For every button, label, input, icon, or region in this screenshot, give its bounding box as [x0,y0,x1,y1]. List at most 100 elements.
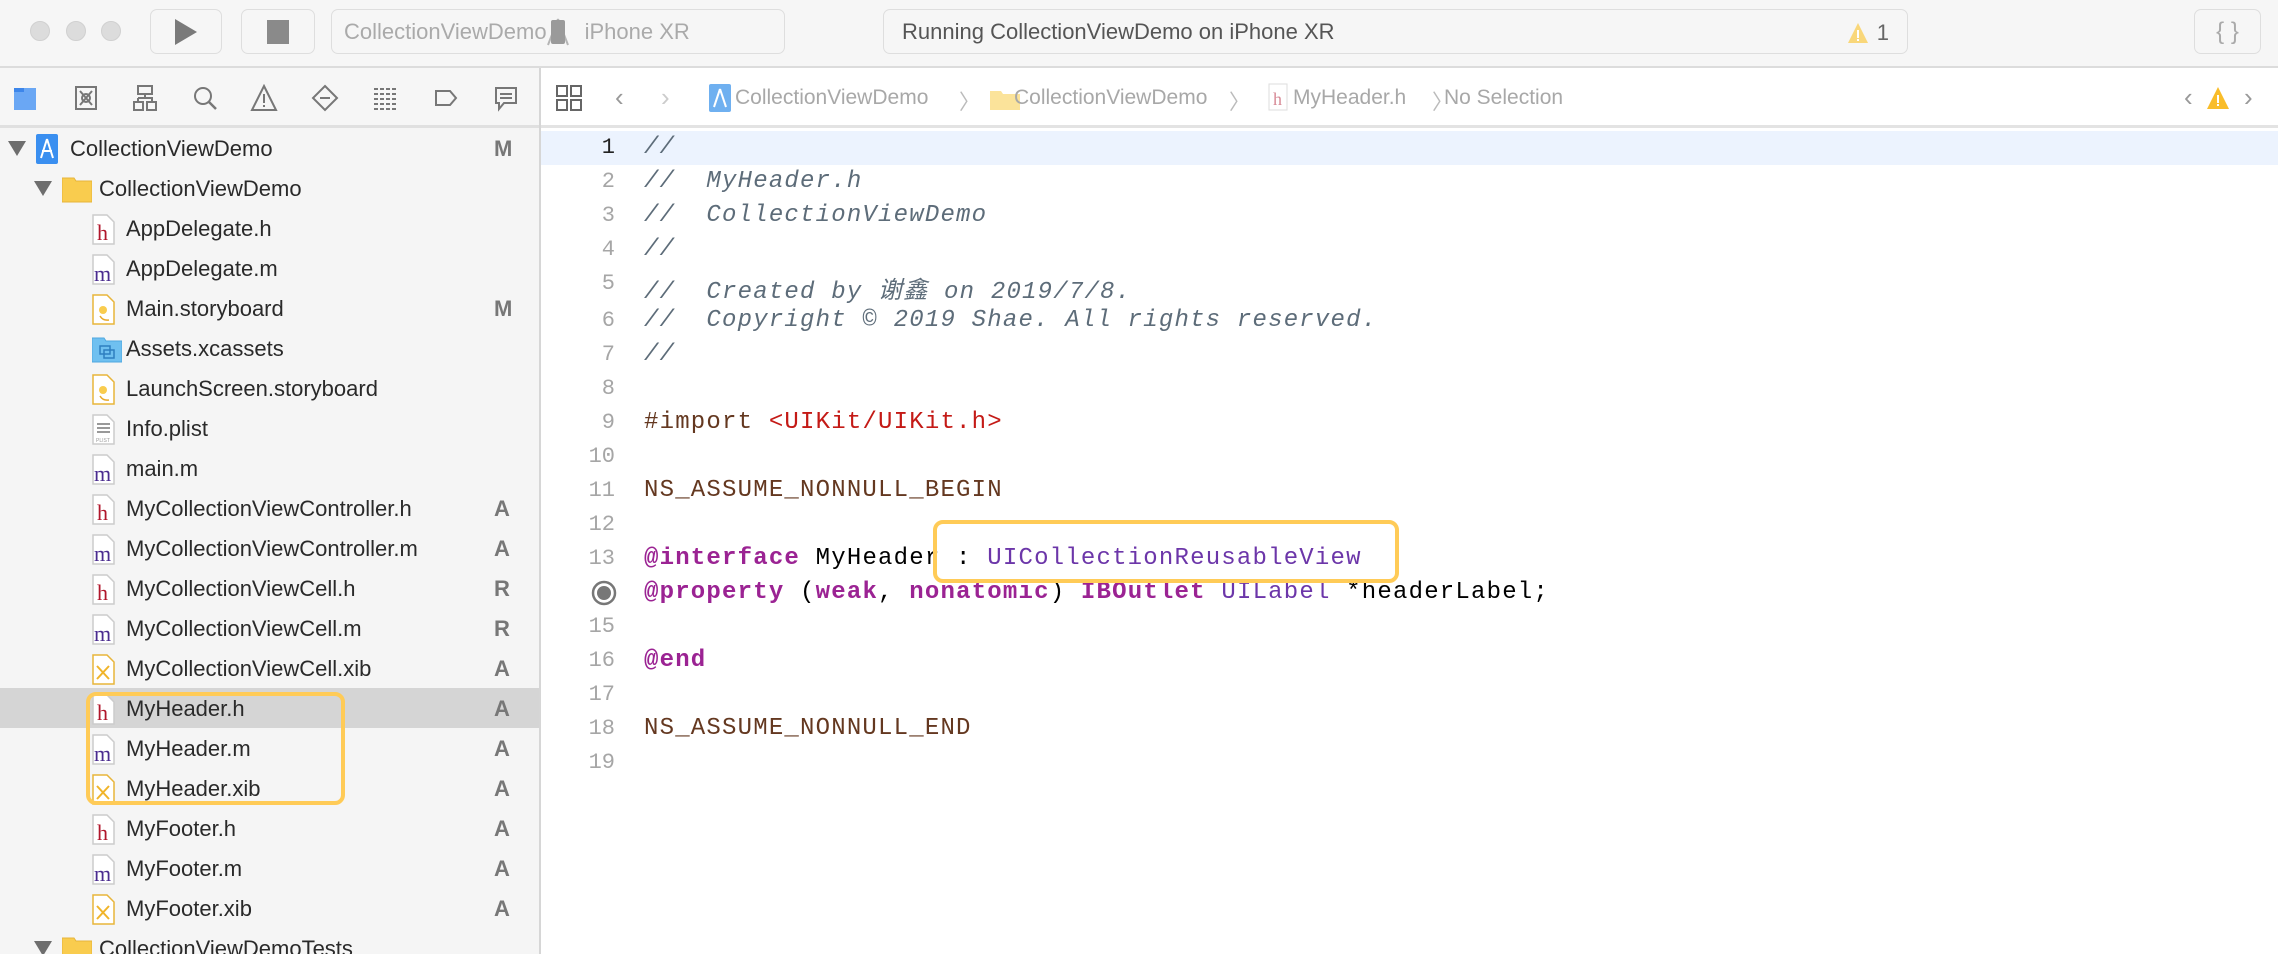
code-line[interactable]: @property (weak, nonatomic) IBOutlet UIL… [541,576,2278,610]
source-control-status-badge: R [494,576,510,601]
next-issue-button[interactable]: › [2244,82,2253,113]
run-button[interactable] [150,9,222,54]
code-line[interactable]: 10 [541,440,2278,474]
code-line[interactable]: 8 [541,372,2278,406]
code-line[interactable]: 17 [541,678,2278,712]
close-window-button[interactable] [30,21,50,41]
related-items-icon[interactable] [556,85,582,111]
code-line[interactable]: 18 NS_ASSUME_NONNULL_END [541,712,2278,746]
sidebar-item[interactable]: LaunchScreen.storyboard [0,368,539,408]
sidebar-item[interactable]: MyFooter.xib A [0,888,539,928]
code-line[interactable]: 13 @interface MyHeader : UICollectionReus… [541,542,2278,576]
code-line[interactable]: 15 [541,610,2278,644]
line-number: 16 [588,648,615,673]
sidebar-item[interactable]: h MyHeader.h A [0,688,539,728]
test-navigator-tab-icon[interactable] [311,84,339,112]
source-editor[interactable]: 1 // 2 // MyHeader.h 3 // CollectionViewDemo 4… [541,128,2278,954]
sidebar-item[interactable]: m MyCollectionViewCell.m R [0,608,539,648]
svg-text:h: h [1273,89,1282,109]
sidebar-item[interactable]: h MyFooter.h A [0,808,539,848]
sidebar-item[interactable]: m main.m [0,448,539,488]
warning-icon [1847,23,1868,43]
report-navigator-tab-icon[interactable] [492,84,520,112]
disclosure-triangle-icon[interactable] [8,141,26,156]
code-line[interactable]: 9 #import <UIKit/UIKit.h> [541,406,2278,440]
source-control-status-badge: A [494,896,510,921]
annotation-marker-icon[interactable] [591,580,617,606]
jumpbar-crumb-group[interactable]: CollectionViewDemo [1014,86,1207,110]
sidebar-item[interactable]: Assets.xcassets [0,328,539,368]
forward-button[interactable]: › [661,82,670,113]
back-button[interactable]: ‹ [615,82,624,113]
sidebar-item[interactable]: m MyHeader.m A [0,728,539,768]
warning-indicator[interactable]: 1 [1847,20,1889,46]
svg-text:m: m [94,261,111,285]
braces-icon: { } [2216,17,2239,45]
code-text: @end [644,647,706,674]
code-line[interactable]: 2 // MyHeader.h [541,165,2278,199]
debug-navigator-tab-icon[interactable] [371,84,399,112]
sidebar-item[interactable]: CollectionViewDemo [0,168,539,208]
sidebar-item[interactable]: h MyCollectionViewCell.h R [0,568,539,608]
sidebar-item-label: AppDelegate.m [126,256,278,281]
sidebar-item[interactable]: m AppDelegate.m [0,248,539,288]
code-line[interactable]: 19 [541,746,2278,780]
code-text: @interface MyHeader : UICollectionReusab… [644,545,1362,572]
code-line[interactable]: 4 // [541,233,2278,267]
sidebar-item[interactable]: MyCollectionViewCell.xib A [0,648,539,688]
stop-button[interactable] [241,9,315,54]
source-control-status-badge: A [494,736,510,761]
line-number: 12 [588,512,615,537]
jumpbar-crumb-symbol[interactable]: No Selection [1444,86,1563,110]
line-number: 7 [601,342,615,367]
sidebar-item[interactable]: PLIST Info.plist [0,408,539,448]
sidebar-item[interactable]: m MyCollectionViewController.m A [0,528,539,568]
sidebar-item-label: Assets.xcassets [126,336,284,361]
find-navigator-tab-icon[interactable] [191,84,219,112]
sidebar-item[interactable]: m MyFooter.m A [0,848,539,888]
code-line[interactable]: 11 NS_ASSUME_NONNULL_BEGIN [541,474,2278,508]
disclosure-triangle-icon[interactable] [34,181,52,196]
previous-issue-button[interactable]: ‹ [2184,82,2193,113]
code-line[interactable]: 5 // Created by 谢鑫 on 2019/7/8. [541,267,2278,306]
header-file-icon: h [92,694,115,725]
code-token-type: UILabel [1221,579,1331,606]
sidebar-item[interactable]: h AppDelegate.h [0,208,539,248]
code-line[interactable]: 16 @end [541,644,2278,678]
zoom-window-button[interactable] [101,21,121,41]
svg-text:h: h [97,700,108,725]
sidebar-item-label: MyHeader.h [126,696,245,721]
scheme-selector[interactable]: CollectionViewDemo 〉 iPhone XR [331,9,785,54]
plist-file-icon: PLIST [92,414,115,445]
code-token-comment: // [644,236,676,263]
sidebar-item[interactable]: CollectionViewDemo M [0,128,539,168]
code-token-type: UICollectionReusableView [987,545,1362,572]
code-line[interactable]: 1 // [541,131,2278,165]
code-line[interactable]: 6 // Copyright © 2019 Shae. All rights re… [541,304,2278,338]
breakpoint-navigator-tab-icon[interactable] [432,84,460,112]
code-token-pre: NS_ASSUME_NONNULL_END [644,715,972,742]
minimize-window-button[interactable] [66,21,86,41]
code-line[interactable]: 7 // [541,338,2278,372]
header-file-icon: h [92,814,115,845]
code-token-comment: // Copyright © 2019 Shae. All rights res… [644,307,1378,334]
iphone-icon [551,19,565,44]
jumpbar-crumb-project[interactable]: CollectionViewDemo [735,86,928,110]
issue-navigator-tab-icon[interactable] [250,84,278,112]
source-control-navigator-tab-icon[interactable] [72,84,100,112]
disclosure-triangle-icon[interactable] [34,941,52,954]
sidebar-item[interactable]: Main.storyboard M [0,288,539,328]
symbol-navigator-tab-icon[interactable] [131,84,159,112]
sidebar-item[interactable]: h MyCollectionViewController.h A [0,488,539,528]
jumpbar-crumb-file[interactable]: MyHeader.h [1293,86,1406,110]
project-icon [709,84,731,112]
code-line[interactable]: 3 // CollectionViewDemo [541,199,2278,233]
source-control-status-badge: M [494,136,513,161]
library-button[interactable]: { } [2194,9,2261,54]
warning-icon[interactable] [2206,86,2230,110]
sidebar-item[interactable]: MyHeader.xib A [0,768,539,808]
sidebar-item-label: CollectionViewDemoTests [99,936,353,954]
project-navigator-tab-icon[interactable] [11,84,39,112]
code-line[interactable]: 12 [541,508,2278,542]
sidebar-item[interactable]: CollectionViewDemoTests [0,928,539,954]
